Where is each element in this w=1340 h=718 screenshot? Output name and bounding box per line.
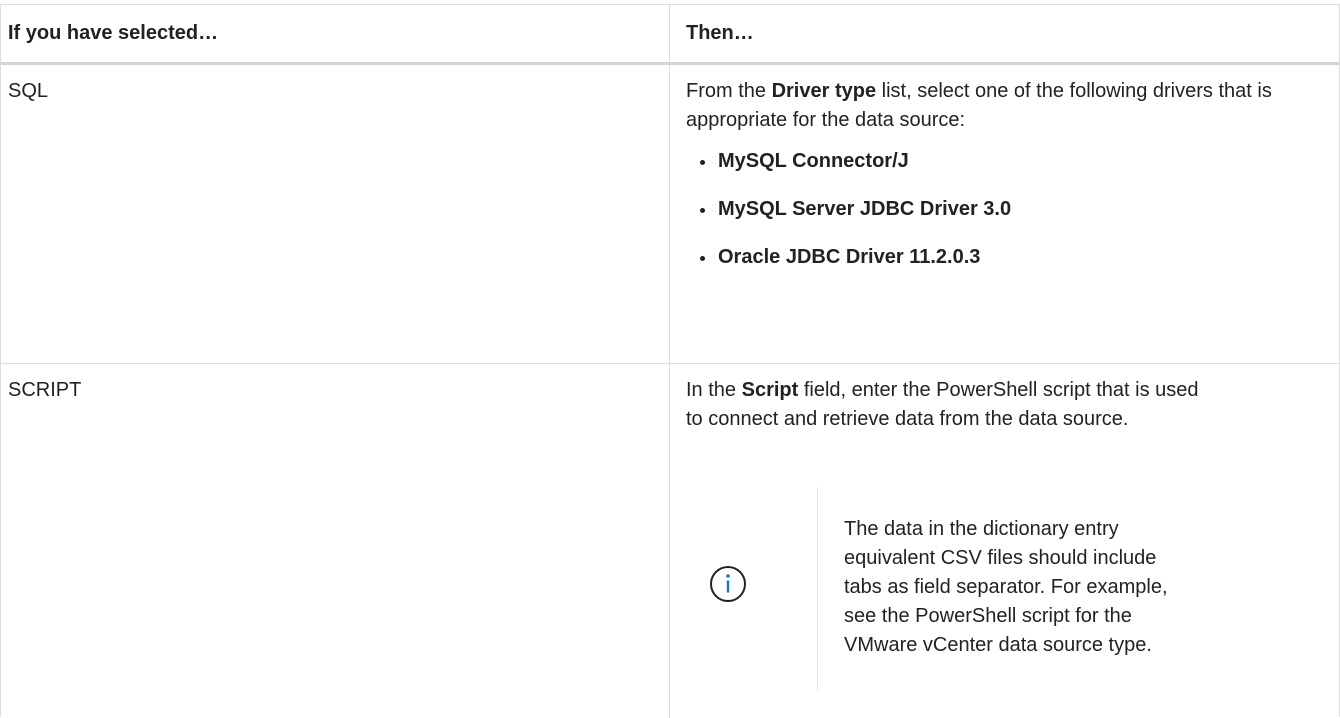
header-then: Then… bbox=[669, 5, 1339, 62]
table-row-sql: SQL From the Driver type list, select on… bbox=[1, 65, 1339, 364]
driver-type-label: Driver type bbox=[771, 80, 877, 102]
driver-list: MySQL Connector/J MySQL Server JDBC Driv… bbox=[686, 147, 1339, 272]
instruction-cell: In the Script field, enter the PowerShel… bbox=[669, 364, 1339, 718]
selection-cell: SQL bbox=[8, 80, 49, 102]
instruction-text-part: In the bbox=[686, 379, 742, 401]
info-icon bbox=[708, 564, 748, 604]
list-item-driver: Oracle JDBC Driver 11.2.0.3 bbox=[700, 243, 1339, 272]
list-item-driver: MySQL Server JDBC Driver 3.0 bbox=[700, 195, 1339, 224]
note-callout: The data in the dictionary entry equival… bbox=[686, 487, 1326, 690]
instruction-text: In the Script field, enter the PowerShel… bbox=[686, 376, 1206, 434]
instruction-cell: From the Driver type list, select one of… bbox=[669, 65, 1339, 363]
list-item-driver: MySQL Connector/J bbox=[700, 147, 1339, 176]
instruction-text-part: From the bbox=[686, 80, 772, 102]
note-text: The data in the dictionary entry equival… bbox=[844, 518, 1168, 656]
selection-table: If you have selected… Then… SQL From the… bbox=[0, 4, 1340, 718]
table-row-script: SCRIPT In the Script field, enter the Po… bbox=[1, 364, 1339, 718]
instruction-text: From the Driver type list, select one of… bbox=[686, 77, 1326, 135]
script-field-label: Script bbox=[741, 379, 799, 401]
header-if-selected: If you have selected… bbox=[8, 22, 219, 44]
note-divider bbox=[817, 487, 818, 690]
selection-cell: SCRIPT bbox=[8, 379, 82, 401]
table-header-row: If you have selected… Then… bbox=[1, 5, 1339, 65]
